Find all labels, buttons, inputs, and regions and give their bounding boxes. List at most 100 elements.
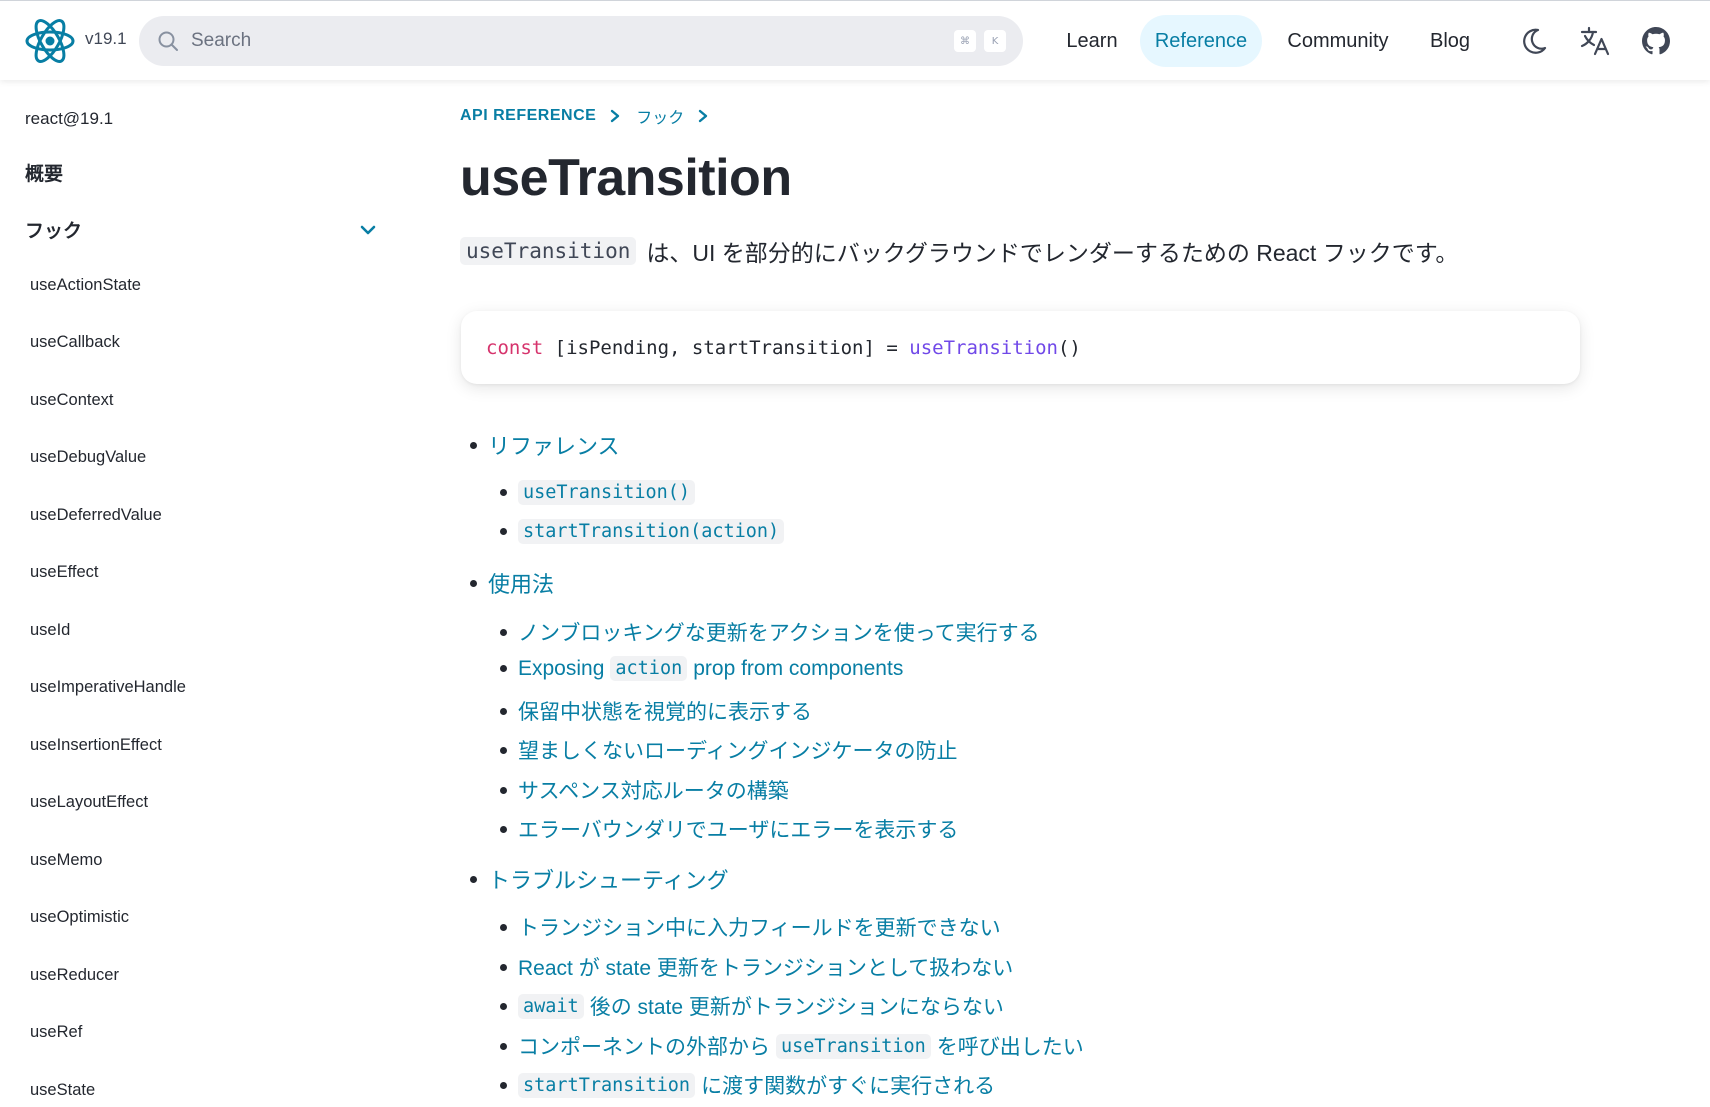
bullet: [500, 707, 507, 715]
toc-troubleshooting[interactable]: トラブルシューティング: [470, 863, 729, 895]
intro-text: useTransition は、UI を部分的にバックグラウンドでレンダーするた…: [460, 234, 1458, 268]
toc-link-code[interactable]: await: [518, 993, 584, 1019]
toc-code-link[interactable]: startTransition(action): [518, 519, 785, 544]
toc-link-pre[interactable]: Exposing: [518, 657, 604, 681]
code-signature-block: const [isPending, startTransition] = use…: [461, 311, 1580, 384]
bullet: [500, 1042, 507, 1050]
sidebar-item-useoptimistic[interactable]: useOptimistic: [30, 908, 129, 927]
toc-item-usage-1[interactable]: ノンブロッキングな更新をアクションを使って実行する: [500, 617, 1040, 647]
sidebar-item-usestate[interactable]: useState: [30, 1081, 95, 1100]
chevron-down-icon[interactable]: [356, 218, 380, 242]
sidebar-item-useactionstate[interactable]: useActionState: [30, 276, 141, 295]
toc-link-post[interactable]: に渡す関数がすぐに実行される: [701, 1070, 995, 1100]
bullet: [470, 579, 477, 587]
toc-link[interactable]: React が state 更新をトランジションとして扱わない: [518, 952, 1013, 982]
toc-link-code[interactable]: useTransition: [776, 1033, 931, 1059]
toc-link[interactable]: 望ましくないローディングインジケータの防止: [518, 735, 958, 765]
toc-item-usetransition[interactable]: useTransition(): [500, 480, 701, 505]
toc-item-usage-2[interactable]: Exposing action prop from components: [500, 656, 903, 681]
bullet: [500, 665, 507, 672]
bullet: [500, 746, 507, 754]
search-input[interactable]: [191, 25, 891, 57]
sidebar-item-usecontext[interactable]: useContext: [30, 391, 113, 410]
toc-reference-label[interactable]: リファレンス: [488, 429, 620, 461]
nav-community[interactable]: Community: [1276, 15, 1400, 67]
sidebar-item-usedeferredvalue[interactable]: useDeferredValue: [30, 506, 162, 525]
chevron-right-icon: [611, 109, 620, 123]
top-navigation-bar: v19.1 ⌘ K Learn Reference Community Blog: [0, 0, 1710, 80]
sidebar-item-useid[interactable]: useId: [30, 621, 70, 640]
sidebar-item-uselayouteffect[interactable]: useLayoutEffect: [30, 793, 148, 812]
code-keyword: const: [486, 336, 544, 359]
react-logo-icon[interactable]: [24, 17, 76, 65]
translate-icon[interactable]: [1577, 23, 1613, 59]
sidebar-item-usememo[interactable]: useMemo: [30, 851, 102, 870]
sidebar-item-useeffect[interactable]: useEffect: [30, 563, 99, 582]
toc-troubleshooting-label[interactable]: トラブルシューティング: [488, 863, 729, 895]
toc-item-trouble-5[interactable]: startTransition に渡す関数がすぐに実行される: [500, 1070, 995, 1100]
search-bar[interactable]: ⌘ K: [139, 16, 1023, 66]
toc-link[interactable]: トランジション中に入力フィールドを更新できない: [518, 912, 1001, 942]
toc-item-usage-5[interactable]: サスペンス対応ルータの構築: [500, 775, 789, 805]
toc-item-trouble-2[interactable]: React が state 更新をトランジションとして扱わない: [500, 952, 1013, 982]
sidebar-item-useinsertioneffect[interactable]: useInsertionEffect: [30, 736, 162, 755]
nav-reference[interactable]: Reference: [1140, 15, 1262, 67]
bullet: [500, 963, 507, 971]
code-function: useTransition: [909, 336, 1058, 359]
sidebar: react@19.1 概要 フック useActionState useCall…: [0, 80, 400, 1107]
toc-link[interactable]: サスペンス対応ルータの構築: [518, 775, 789, 805]
toc-link-pre[interactable]: コンポーネントの外部から: [518, 1031, 770, 1061]
toc-item-trouble-4[interactable]: コンポーネントの外部から useTransition を呼び出したい: [500, 1031, 1084, 1061]
code-call-parens: (): [1057, 336, 1081, 359]
sidebar-item-usecallback[interactable]: useCallback: [30, 333, 120, 352]
sidebar-item-usedebugvalue[interactable]: useDebugValue: [30, 448, 146, 467]
bullet: [500, 923, 507, 931]
bullet: [500, 1081, 507, 1089]
sidebar-section-hooks[interactable]: フック: [25, 216, 82, 243]
toc-link[interactable]: エラーバウンダリでユーザにエラーを表示する: [518, 814, 958, 844]
toc-code-link[interactable]: useTransition(): [518, 480, 696, 505]
intro-description: は、UI を部分的にバックグラウンドでレンダーするための React フックです…: [646, 240, 1459, 266]
moon-icon[interactable]: [1516, 23, 1552, 59]
nav-blog[interactable]: Blog: [1414, 15, 1486, 67]
toc-link-code[interactable]: action: [610, 656, 688, 681]
bullet: [500, 1002, 507, 1010]
bullet: [470, 875, 477, 883]
page-title: useTransition: [460, 149, 792, 207]
nav-learn[interactable]: Learn: [1052, 15, 1132, 67]
toc-item-usage-6[interactable]: エラーバウンダリでユーザにエラーを表示する: [500, 814, 958, 844]
bullet: [500, 786, 507, 794]
toc-link[interactable]: 保留中状態を視覚的に表示する: [518, 696, 812, 726]
sidebar-item-usereducer[interactable]: useReducer: [30, 966, 119, 985]
sidebar-item-useref[interactable]: useRef: [30, 1023, 82, 1042]
toc-item-usage-4[interactable]: 望ましくないローディングインジケータの防止: [500, 735, 958, 765]
toc-link-post[interactable]: prop from components: [693, 657, 903, 681]
toc-link-post[interactable]: を呼び出したい: [937, 1031, 1084, 1061]
bullet: [470, 441, 477, 449]
toc-item-starttransition[interactable]: startTransition(action): [500, 519, 790, 544]
code-destructure: [isPending, startTransition] =: [543, 336, 910, 359]
toc-link-post[interactable]: 後の state 更新がトランジションにならない: [590, 991, 1004, 1021]
toc-item-usage-3[interactable]: 保留中状態を視覚的に表示する: [500, 696, 812, 726]
toc-usage-label[interactable]: 使用法: [488, 567, 554, 599]
breadcrumb-hooks[interactable]: フック: [636, 104, 684, 128]
toc-reference[interactable]: リファレンス: [470, 429, 620, 461]
toc-link[interactable]: ノンブロッキングな更新をアクションを使って実行する: [518, 617, 1040, 647]
toc-item-trouble-1[interactable]: トランジション中に入力フィールドを更新できない: [500, 912, 1001, 942]
kbd-k-key: K: [984, 30, 1006, 52]
breadcrumb-api-reference[interactable]: API REFERENCE: [460, 107, 596, 125]
github-icon[interactable]: [1638, 23, 1674, 59]
chevron-right-icon: [699, 109, 708, 123]
sidebar-item-useimperativehandle[interactable]: useImperativeHandle: [30, 678, 186, 697]
sidebar-item-overview[interactable]: 概要: [25, 159, 63, 186]
toc-usage[interactable]: 使用法: [470, 567, 554, 599]
toc-item-trouble-3[interactable]: await 後の state 更新がトランジションにならない: [500, 991, 1004, 1021]
bullet: [500, 489, 507, 496]
sidebar-version[interactable]: react@19.1: [25, 109, 113, 129]
bullet: [500, 528, 507, 535]
bullet: [500, 825, 507, 833]
intro-code: useTransition: [460, 237, 637, 265]
version-label[interactable]: v19.1: [85, 29, 127, 49]
bullet: [500, 628, 507, 636]
toc-link-code[interactable]: startTransition: [518, 1072, 696, 1098]
